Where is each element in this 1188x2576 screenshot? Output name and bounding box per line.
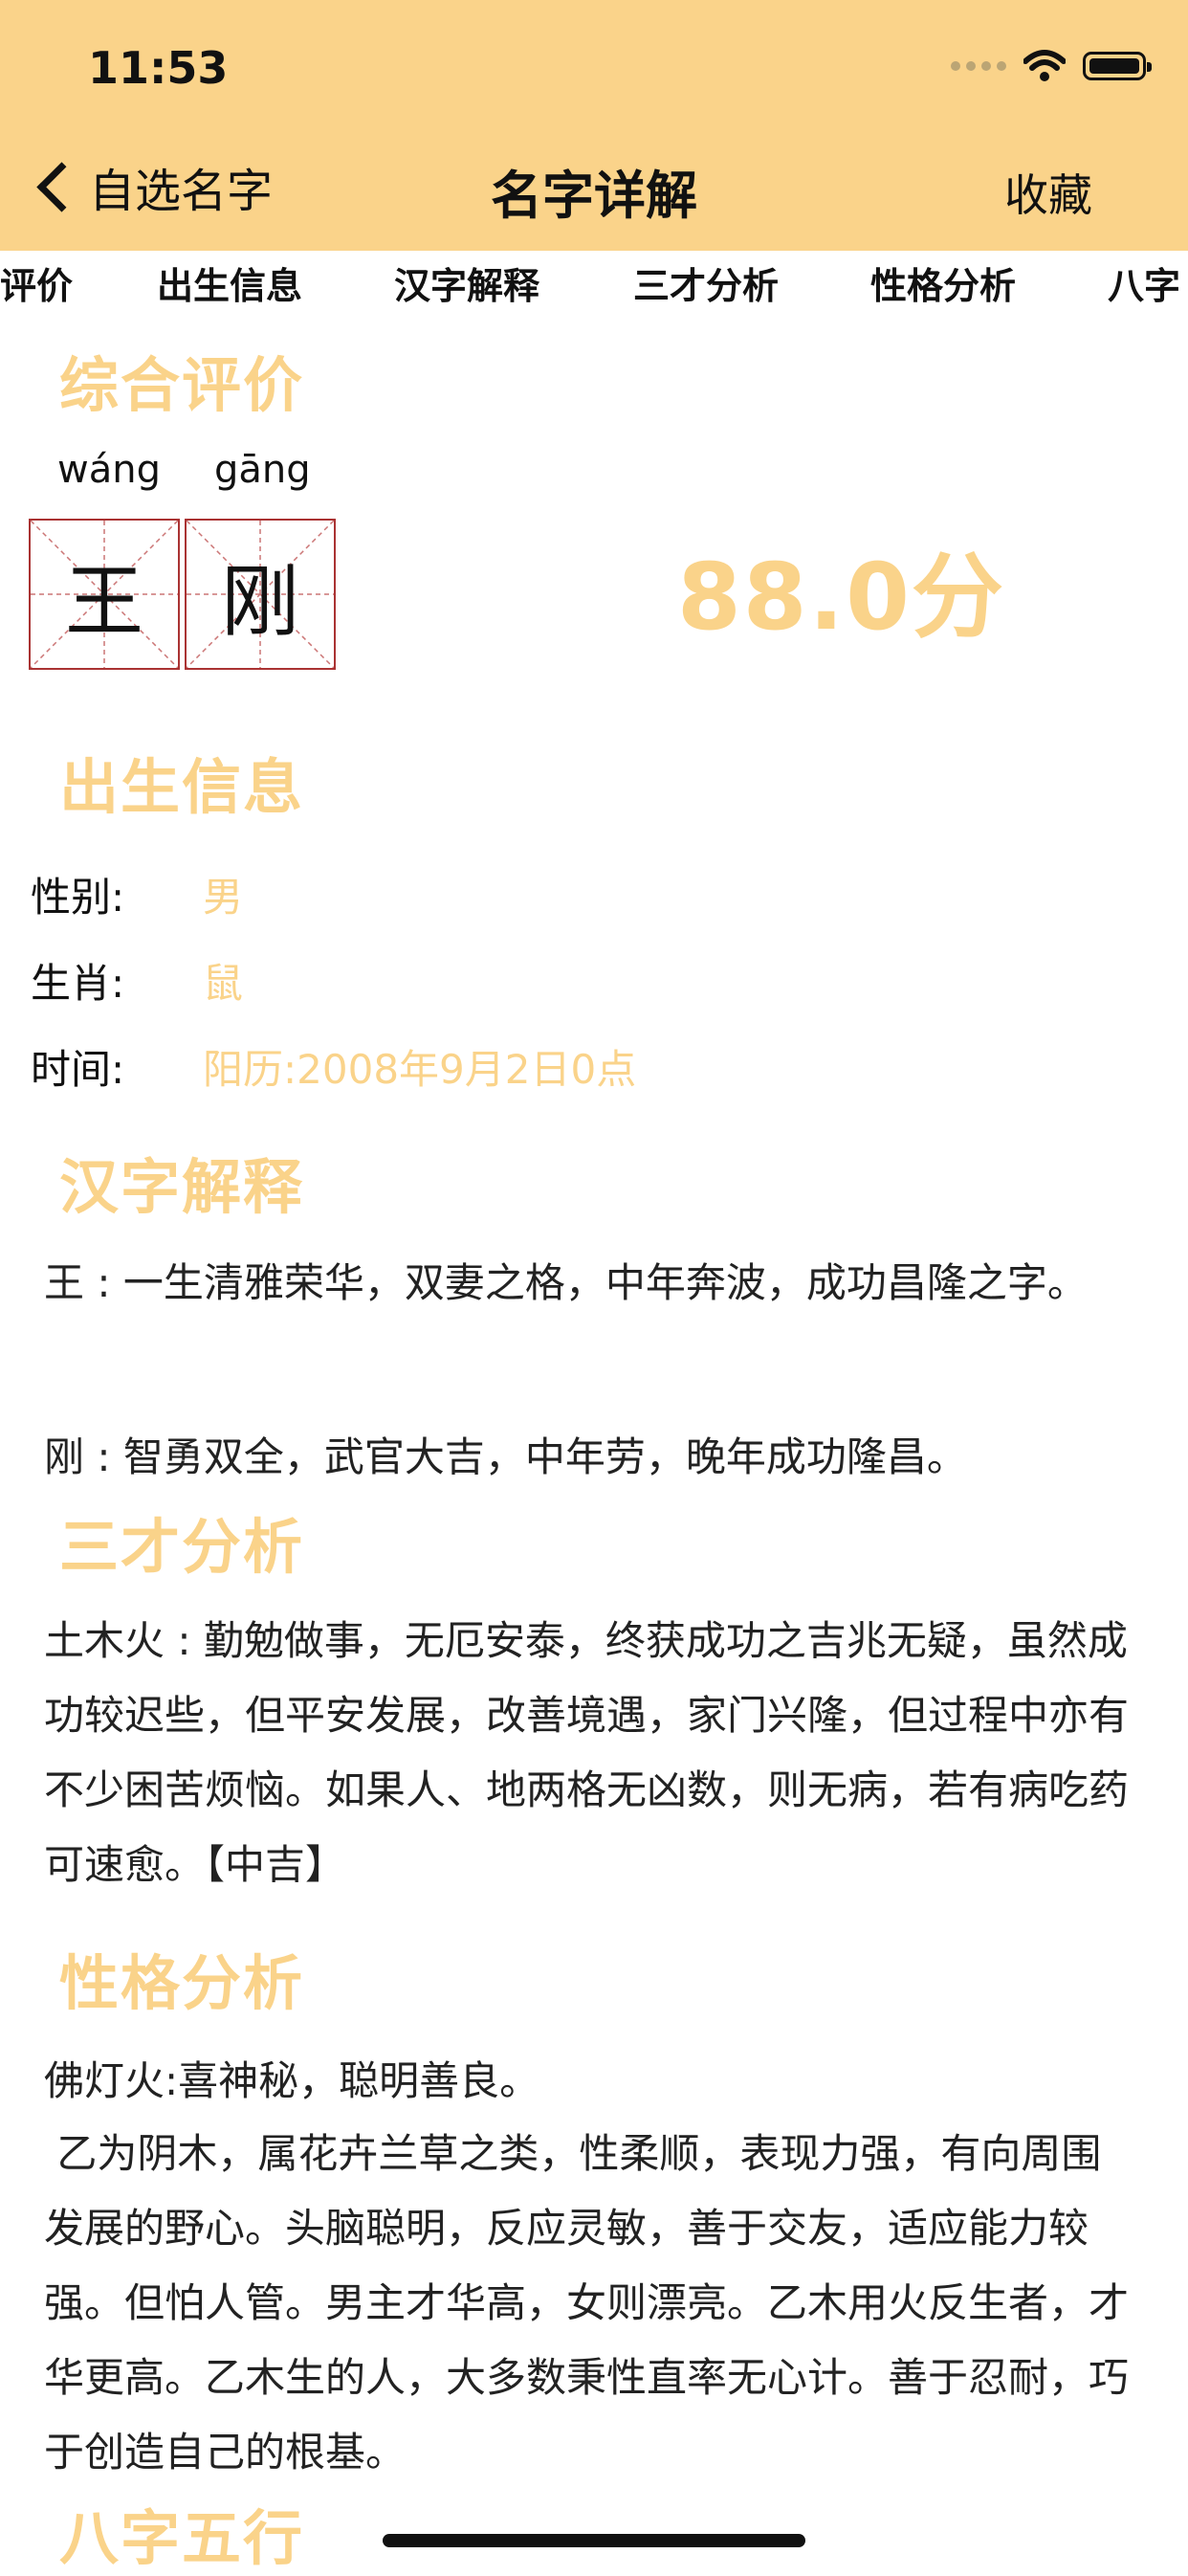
- hanzi-explanation-2: 刚 : 智勇双全，武官大吉，中年劳，晚年成功隆昌。: [44, 1433, 967, 1480]
- hanzi-explanation-1: 王 : 一生清雅荣华，双妻之格，中年奔波，成功昌隆之字。: [44, 1259, 1088, 1306]
- wifi-icon: [1023, 50, 1066, 81]
- section-tabs: 评价 出生信息 汉字解释 三才分析 性格分析 八字: [0, 251, 1188, 318]
- sancai-text: 土木火 : 勤勉做事，无厄安泰，终获成功之吉兆无疑，虽然成功较迟些，但平安发展，…: [44, 1617, 1130, 1888]
- favorite-button[interactable]: 收藏: [1004, 161, 1092, 224]
- pinyin-2: gāng: [214, 448, 311, 492]
- section-title-overall: 综合评价: [59, 350, 305, 420]
- home-indicator[interactable]: [383, 2534, 805, 2547]
- signal-icon: [951, 61, 1006, 71]
- tab-bazi[interactable]: 八字: [1108, 256, 1180, 309]
- name-char-1: 王: [64, 556, 143, 648]
- char-grid-1: 王: [29, 519, 180, 670]
- zodiac-value: 鼠: [203, 960, 244, 1007]
- zodiac-label: 生肖:: [31, 960, 125, 1007]
- section-title-bazi: 八字五行: [59, 2503, 305, 2573]
- personality-summary: 佛灯火:喜神秘，聪明善良。: [44, 2057, 540, 2104]
- section-title-hanzi: 汉字解释: [59, 1152, 305, 1222]
- gender-label: 性别:: [31, 874, 125, 921]
- header-bar: 11:53 自选名字 名字详解 收藏: [0, 0, 1188, 251]
- section-title-birth: 出生信息: [59, 752, 305, 822]
- char-grid-2: 刚: [185, 519, 336, 670]
- tab-personality[interactable]: 性格分析: [870, 256, 1016, 309]
- tab-hanzi[interactable]: 汉字解释: [394, 256, 539, 309]
- name-char-2: 刚: [220, 556, 299, 648]
- gender-value: 男: [203, 874, 244, 921]
- personality-text: 乙为阴木，属花卉兰草之类，性柔顺，表现力强，有向周围发展的野心。头脑聪明，反应灵…: [44, 2130, 1130, 2476]
- pinyin-1: wáng: [57, 448, 161, 492]
- battery-icon: [1083, 52, 1152, 80]
- time-value: 阳历:2008年9月2日0点: [203, 1046, 637, 1093]
- section-title-personality: 性格分析: [59, 1948, 305, 2018]
- time-label: 时间:: [31, 1046, 125, 1093]
- tab-evaluation[interactable]: 评价: [0, 256, 73, 309]
- status-icons: [951, 50, 1152, 82]
- status-time: 11:53: [88, 42, 229, 94]
- section-title-sancai: 三才分析: [59, 1512, 305, 1582]
- name-score: 88.0分: [677, 544, 1005, 651]
- tab-sancai[interactable]: 三才分析: [633, 256, 779, 309]
- tab-birth-info[interactable]: 出生信息: [157, 256, 302, 309]
